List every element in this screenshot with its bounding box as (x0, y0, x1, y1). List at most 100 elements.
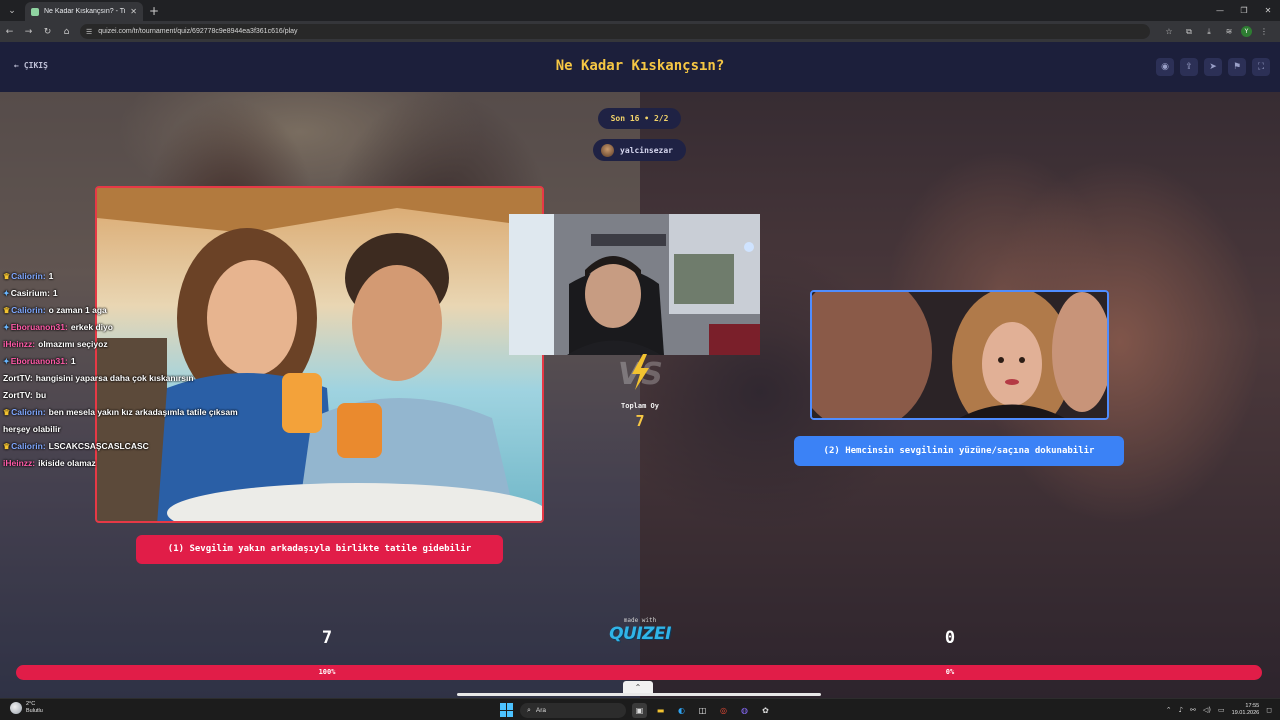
horizontal-scrollbar[interactable] (457, 693, 821, 696)
chat-message: ✦Casirium: 1 (3, 285, 265, 302)
discord-icon[interactable]: ◍ (737, 703, 752, 718)
chat-text: bu (35, 390, 47, 400)
tab-search-icon[interactable]: ⌄ (3, 3, 21, 19)
clock-date: 19.01.2026 (1231, 710, 1260, 716)
chat-message: ZortTV: hangisini yaparsa daha çok kıskan… (3, 370, 265, 387)
page-title: Ne Kadar Kıskançsın? (555, 58, 725, 74)
crown-badge-icon: ♛ (3, 272, 11, 281)
weather-condition: Bulutlu (26, 708, 43, 714)
chat-username: Caliorin: (11, 305, 46, 315)
windows-start-icon[interactable] (500, 703, 514, 717)
vote-percent-left: 100% (318, 668, 336, 676)
address-bar[interactable]: ☰ quizei.com/tr/tournament/quiz/692778c9… (80, 24, 1150, 39)
weather-widget[interactable]: 2°C Bulutlu (10, 701, 43, 715)
sword-badge-icon: ✦ (3, 357, 10, 366)
browser-tabbar: ⌄ Ne Kadar Kıskançsın? - Tier Lis... ✕ +… (0, 0, 1280, 21)
browser-tab[interactable]: Ne Kadar Kıskançsın? - Tier Lis... ✕ (25, 2, 143, 21)
webcam-overlay (509, 214, 760, 355)
vote-count-right: 0 (944, 628, 956, 648)
chat-username: Caliorin: (11, 441, 46, 451)
round-badge: Son 16 • 2/2 (598, 108, 681, 129)
volume-icon[interactable]: ◁) (1203, 706, 1211, 714)
task-view-icon[interactable]: ▣ (632, 702, 647, 718)
microphone-icon[interactable]: ♪ (1179, 706, 1183, 714)
close-window-icon[interactable]: ✕ (1256, 0, 1280, 21)
chat-text: ikiside olamaz (38, 458, 96, 468)
chat-message: ♛Caliorin: 1 (3, 268, 265, 285)
sword-badge-icon: ✦ (3, 323, 10, 332)
vote-count-left: 7 (321, 628, 333, 648)
chat-message: iHeinzz: olmazımı seçiyoz (3, 336, 265, 353)
forward-icon[interactable]: → (19, 27, 38, 37)
author-badge[interactable]: yalcinsezar (593, 139, 686, 161)
chat-text: 1 (48, 271, 54, 281)
made-with-label: made with (623, 617, 657, 624)
chat-username: Caliorin: (11, 271, 46, 281)
reload-icon[interactable]: ↻ (38, 27, 57, 37)
site-info-icon[interactable]: ☰ (86, 28, 92, 36)
back-icon[interactable]: ← (0, 27, 19, 37)
share-icon[interactable]: ⇪ (1180, 58, 1198, 76)
store-icon[interactable]: ◫ (695, 703, 710, 718)
chat-message: ♛Caliorin: LSCAKCSAŞCASLCASC (3, 438, 265, 455)
jealous-woman-photo (812, 292, 1107, 418)
brand-logo[interactable]: QUIZEI (600, 624, 680, 644)
close-icon[interactable]: ✕ (130, 7, 137, 16)
tab-title: Ne Kadar Kıskançsın? - Tier Lis... (44, 8, 126, 15)
chat-username: Caliorin: (11, 407, 46, 417)
chat-message: ♛Caliorin: ben mesela yakın kız arkadaşım… (3, 404, 265, 438)
bookmark-star-icon[interactable]: ☆ (1161, 27, 1177, 36)
crown-badge-icon: ♛ (3, 442, 11, 451)
vote-percent-right: 0% (945, 668, 955, 676)
app-header: ← ÇIKIŞ Ne Kadar Kıskançsın? ◉ ⇪ ➤ ⚑ ⛶ (0, 42, 1280, 92)
choice-right-image[interactable] (810, 290, 1109, 420)
header-actions: ◉ ⇪ ➤ ⚑ ⛶ (1156, 58, 1270, 76)
chat-username: Eboruanon31: (10, 322, 68, 332)
extension-icon[interactable]: ≋ (1221, 27, 1237, 36)
fullscreen-icon[interactable]: ⛶ (1252, 58, 1270, 76)
window-controls: — ❐ ✕ (1208, 0, 1280, 21)
clock[interactable]: 17:55 19.01.2026 (1232, 703, 1260, 717)
system-tray: ⌃ ♪ ⚯ ◁) ▭ 17:55 19.01.2026 ◻ (1166, 701, 1272, 719)
chat-text: 1 (52, 288, 58, 298)
battery-icon[interactable]: ▭ (1218, 706, 1225, 714)
chat-message: ✦Eboruanon31: 1 (3, 353, 265, 370)
minimize-icon[interactable]: — (1208, 0, 1232, 21)
menu-icon[interactable]: ⋮ (1256, 27, 1272, 36)
new-tab-icon[interactable]: + (149, 4, 159, 18)
chat-text: hangisini yaparsa daha çok kıskanırsın (35, 373, 194, 383)
flag-icon[interactable]: ⚑ (1228, 58, 1246, 76)
taskbar-search-text: Ara (535, 706, 547, 714)
crown-badge-icon: ♛ (3, 306, 11, 315)
screen: ⌄ Ne Kadar Kıskançsın? - Tier Lis... ✕ +… (0, 0, 1280, 720)
chat-username: ZortTV: (3, 373, 33, 383)
cloud-icon (10, 702, 22, 714)
network-icon[interactable]: ⚯ (1190, 706, 1196, 714)
choice-left-label[interactable]: (1) Sevgilim yakın arkadaşıyla birlikte … (136, 535, 503, 564)
home-icon[interactable]: ⌂ (57, 27, 76, 37)
chat-message: ♛Caliorin: o zaman 1 aga (3, 302, 265, 319)
chevron-up-tray-icon[interactable]: ⌃ (1166, 706, 1172, 714)
choice-right-label[interactable]: (2) Hemcinsin sevgilinin yüzüne/saçına d… (794, 436, 1124, 466)
tournament-stage: Son 16 • 2/2 yalcinsezar (1) Sevgilim ya… (0, 92, 1280, 698)
notification-icon[interactable]: ◻ (1266, 706, 1272, 714)
browser-toolbar: ← → ↻ ⌂ ☰ quizei.com/tr/tournament/quiz/… (0, 21, 1280, 42)
stream-chat: ♛Caliorin: 1 ✦Casirium: 1 ♛Caliorin: o zaman … (3, 268, 265, 472)
send-icon[interactable]: ➤ (1204, 58, 1222, 76)
profile-avatar[interactable]: Y (1241, 26, 1252, 37)
chrome-icon[interactable]: ◎ (716, 703, 731, 718)
chat-username: Casirium: (10, 288, 50, 298)
download-icon[interactable]: ⤓ (1201, 27, 1217, 37)
weather-temp: 2°C (26, 701, 36, 707)
file-explorer-icon[interactable]: ▬ (653, 703, 668, 718)
chat-username: Eboruanon31: (10, 356, 68, 366)
sword-badge-icon: ✦ (3, 289, 10, 298)
taskbar-search[interactable]: ⌕ Ara (520, 702, 626, 718)
eye-icon[interactable]: ◉ (1156, 58, 1174, 76)
windows-taskbar: 2°C Bulutlu ⌕ Ara ▣ ▬ ◐ ◫ ◎ ◍ ✿ ⌃ ♪ ⚯ ◁)… (0, 698, 1280, 720)
maximize-icon[interactable]: ❐ (1232, 0, 1256, 21)
extensions-icon[interactable]: ⧉ (1181, 27, 1197, 37)
app-icon[interactable]: ✿ (758, 703, 773, 718)
edge-browser-icon[interactable]: ◐ (674, 703, 689, 718)
chat-message: ZortTV: bu (3, 387, 265, 404)
